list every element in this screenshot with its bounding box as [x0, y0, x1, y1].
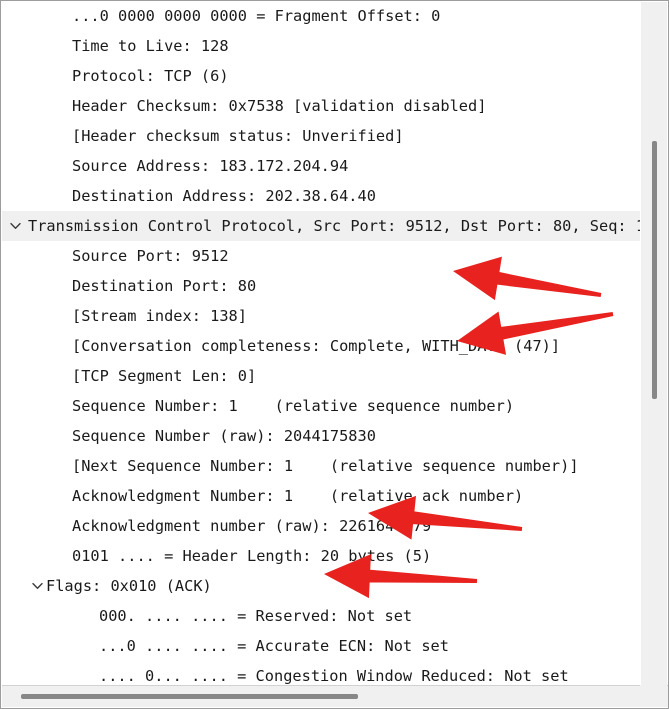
tree-row[interactable]: Transmission Control Protocol, Src Port:…	[2, 211, 641, 241]
tree-row-label: Sequence Number: 1 (relative sequence nu…	[72, 397, 515, 415]
tree-row-label: Transmission Control Protocol, Src Port:…	[28, 217, 641, 235]
horizontal-scrollbar-thumb[interactable]	[21, 694, 358, 699]
tree-row[interactable]: ...0 0000 0000 0000 = Fragment Offset: 0	[2, 1, 641, 31]
tree-row-label: [Next Sequence Number: 1 (relative seque…	[72, 457, 579, 475]
tree-row[interactable]: Source Port: 9512	[2, 241, 641, 271]
horizontal-scrollbar[interactable]	[2, 685, 668, 707]
tree-row[interactable]: 0101 .... = Header Length: 20 bytes (5)	[2, 541, 641, 571]
tree-row[interactable]: [Next Sequence Number: 1 (relative seque…	[2, 451, 641, 481]
tree-row[interactable]: Acknowledgment number (raw): 2261646979	[2, 511, 641, 541]
tree-row-label: .... 0... .... = Congestion Window Reduc…	[99, 667, 569, 685]
tree-row-label: Acknowledgment number (raw): 2261646979	[72, 517, 432, 535]
tree-row-label: Header Checksum: 0x7538 [validation disa…	[72, 97, 487, 115]
tree-row[interactable]: Destination Address: 202.38.64.40	[2, 181, 641, 211]
vertical-scrollbar-thumb[interactable]	[652, 141, 657, 399]
tree-row[interactable]: Time to Live: 128	[2, 31, 641, 61]
tree-row[interactable]: .... 0... .... = Congestion Window Reduc…	[2, 661, 641, 687]
chevron-down-icon[interactable]	[30, 571, 44, 601]
scrollbar-corner	[640, 685, 667, 707]
tree-row-label: Acknowledgment Number: 1 (relative ack n…	[72, 487, 524, 505]
tree-row-label: Time to Live: 128	[72, 37, 229, 55]
tree-row[interactable]: [Conversation completeness: Complete, WI…	[2, 331, 641, 361]
tree-row-label: [TCP Segment Len: 0]	[72, 367, 257, 385]
vertical-scrollbar[interactable]	[640, 2, 667, 688]
tree-row[interactable]: Header Checksum: 0x7538 [validation disa…	[2, 91, 641, 121]
tree-row-label: [Stream index: 138]	[72, 307, 247, 325]
tree-row[interactable]: [Header checksum status: Unverified]	[2, 121, 641, 151]
tree-row-label: Destination Address: 202.38.64.40	[72, 187, 376, 205]
tree-row[interactable]: ...0 .... .... = Accurate ECN: Not set	[2, 631, 641, 661]
tree-row-label: ...0 .... .... = Accurate ECN: Not set	[99, 637, 449, 655]
tree-row[interactable]: Destination Port: 80	[2, 271, 641, 301]
tree-row[interactable]: [TCP Segment Len: 0]	[2, 361, 641, 391]
chevron-down-icon[interactable]	[8, 211, 22, 241]
tree-row[interactable]: Acknowledgment Number: 1 (relative ack n…	[2, 481, 641, 511]
tree-row-label: Destination Port: 80	[72, 277, 257, 295]
tree-row[interactable]: Protocol: TCP (6)	[2, 61, 641, 91]
tree-row-label: Protocol: TCP (6)	[72, 67, 229, 85]
tree-row-label: Source Address: 183.172.204.94	[72, 157, 349, 175]
packet-details-pane[interactable]: ...0 0000 0000 0000 = Fragment Offset: 0…	[0, 0, 669, 709]
tree-row-label: [Header checksum status: Unverified]	[72, 127, 404, 145]
tree-row-label: Sequence Number (raw): 2044175830	[72, 427, 376, 445]
tree-row-label: Source Port: 9512	[72, 247, 229, 265]
tree-row[interactable]: Source Address: 183.172.204.94	[2, 151, 641, 181]
tree-row[interactable]: 000. .... .... = Reserved: Not set	[2, 601, 641, 631]
tree-row-label: ...0 0000 0000 0000 = Fragment Offset: 0	[72, 7, 441, 25]
tree-row-label: 0101 .... = Header Length: 20 bytes (5)	[72, 547, 432, 565]
tree-row[interactable]: Sequence Number (raw): 2044175830	[2, 421, 641, 451]
tree-row[interactable]: [Stream index: 138]	[2, 301, 641, 331]
tree-row-label: 000. .... .... = Reserved: Not set	[99, 607, 413, 625]
tree-row-label: [Conversation completeness: Complete, WI…	[72, 337, 561, 355]
tree-row[interactable]: Sequence Number: 1 (relative sequence nu…	[2, 391, 641, 421]
packet-detail-tree[interactable]: ...0 0000 0000 0000 = Fragment Offset: 0…	[2, 1, 641, 687]
tree-row[interactable]: Flags: 0x010 (ACK)	[2, 571, 641, 601]
